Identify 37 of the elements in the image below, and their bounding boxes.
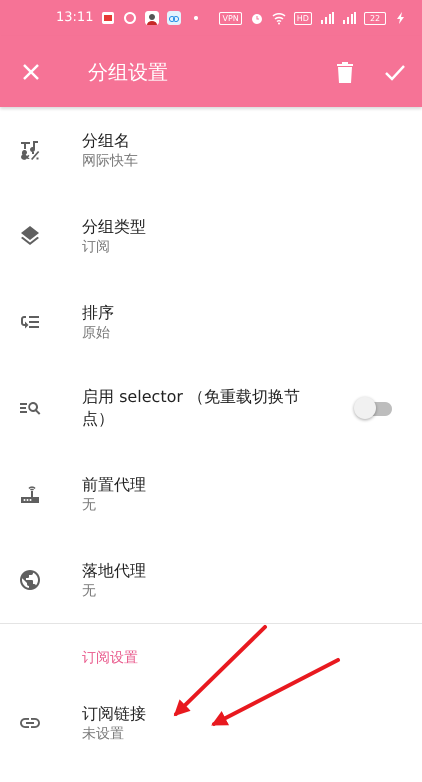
- app-icon: [101, 11, 116, 25]
- settings-row[interactable]: 前置代理 无: [0, 451, 422, 537]
- row-value: 订阅: [82, 238, 111, 256]
- settings-row[interactable]: 订阅链接 未设置: [0, 680, 422, 766]
- row-title: 分组名: [82, 130, 131, 152]
- globe-icon: [18, 568, 42, 592]
- wifi-icon: [272, 11, 286, 25]
- row-title: 排序: [82, 302, 115, 324]
- text-format-icon: [18, 138, 42, 162]
- row-title: 落地代理: [82, 560, 147, 582]
- row-title: 分组类型: [82, 216, 147, 238]
- row-title: 启用 selector （免重载切换节点）: [82, 386, 302, 430]
- row-value: 网际快车: [82, 152, 139, 170]
- signal-icon: [342, 11, 356, 25]
- app-icon: [123, 11, 138, 25]
- row-value: 无: [82, 496, 97, 514]
- app-icon: [167, 11, 182, 25]
- section-header: 订阅设置: [82, 650, 138, 666]
- screen-title: 分组设置: [88, 58, 169, 86]
- row-title: 前置代理: [82, 474, 147, 496]
- settings-row[interactable]: 启用 selector （免重载切换节点）: [0, 365, 422, 451]
- settings-row[interactable]: 落地代理 无: [0, 537, 422, 623]
- row-title: 订阅链接: [82, 702, 147, 725]
- settings-row[interactable]: 分组名 网际快车: [0, 107, 422, 193]
- avatar-icon: [145, 11, 160, 25]
- alarm-icon: [250, 11, 264, 25]
- settings-row[interactable]: 分组类型 订阅: [0, 193, 422, 279]
- row-value: 无: [82, 582, 97, 600]
- settings-row[interactable]: 排序 原始: [0, 279, 422, 365]
- signal-icon: [320, 11, 334, 25]
- status-time: 13:11: [56, 9, 94, 28]
- hd-badge: HD: [294, 12, 312, 24]
- toggle-switch[interactable]: [354, 397, 392, 419]
- vpn-badge: VPN: [219, 12, 242, 24]
- row-value: 未设置: [82, 725, 125, 744]
- row-value: 原始: [82, 324, 111, 342]
- battery-indicator: 22: [364, 12, 386, 24]
